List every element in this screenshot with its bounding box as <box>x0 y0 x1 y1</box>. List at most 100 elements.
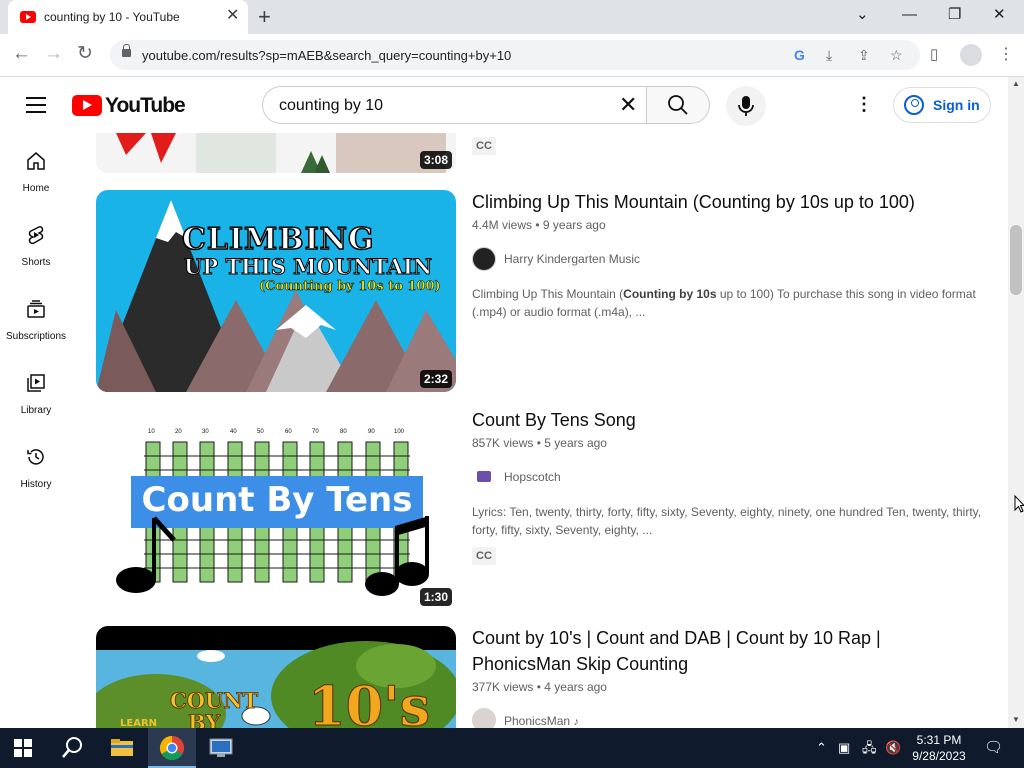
windows-start-icon[interactable] <box>14 739 32 757</box>
youtube-header: YouTube counting by 10 ✕ ⋮ Sign in <box>0 77 1008 133</box>
thumbnail-big-number: 10's <box>307 674 431 729</box>
search-button[interactable] <box>646 86 710 124</box>
url-text: youtube.com/results?sp=mAEB&search_query… <box>142 48 512 63</box>
network-icon[interactable]: 🖧 <box>862 740 877 756</box>
side-panel-icon[interactable]: ▯ <box>930 46 938 64</box>
sidebar-item-subscriptions[interactable]: Subscriptions <box>0 281 72 355</box>
tray-chevron-icon[interactable]: ⌃ <box>816 740 827 756</box>
windows-taskbar: ⌃ ▣ 🖧 🔇 5:31 PM 9/28/2023 🗨 <box>0 728 1024 768</box>
video-age: 5 years ago <box>544 436 607 450</box>
account-circle-icon <box>904 95 924 115</box>
chrome-icon[interactable] <box>158 734 186 762</box>
browser-tab-bar: counting by 10 - YouTube ✕ + ⌄ — ❐ ✕ <box>0 0 1024 34</box>
search-icon[interactable] <box>58 734 86 762</box>
forward-icon[interactable]: → <box>44 42 63 66</box>
sidebar-label-shorts: Shorts <box>21 257 51 268</box>
meta-separator: • <box>535 218 543 232</box>
thumbnail-number: 60 <box>285 429 292 435</box>
lock-icon <box>122 44 131 57</box>
search-input[interactable]: counting by 10 ✕ <box>262 86 646 124</box>
install-app-icon[interactable]: ⤓ <box>826 46 832 64</box>
youtube-play-icon <box>72 95 102 116</box>
new-tab-icon[interactable]: + <box>258 4 271 30</box>
history-icon <box>27 449 44 465</box>
cc-badge: CC <box>472 137 496 155</box>
scrollbar-thumb[interactable] <box>1010 225 1022 295</box>
youtube-favicon-icon <box>20 11 36 23</box>
share-icon[interactable]: ⇪ <box>858 46 870 64</box>
video-thumbnail[interactable]: 10 20 30 40 50 60 70 80 90 100 Count By … <box>96 408 456 610</box>
browser-tab[interactable]: counting by 10 - YouTube ✕ <box>8 0 248 34</box>
sidebar-label-home: Home <box>22 183 50 194</box>
remote-desktop-icon[interactable] <box>207 734 235 762</box>
search-input-value: counting by 10 <box>279 97 384 114</box>
restore-icon[interactable]: ❐ <box>948 5 961 25</box>
voice-search-button[interactable] <box>726 86 766 126</box>
google-lens-icon[interactable]: G <box>794 46 805 64</box>
channel-avatar[interactable] <box>472 247 496 271</box>
sidebar-item-shorts[interactable]: Shorts <box>0 207 72 281</box>
video-description: Climbing Up This Mountain (Counting by 1… <box>472 285 982 321</box>
reload-icon[interactable]: ↻ <box>77 42 93 66</box>
profile-avatar[interactable] <box>960 44 982 66</box>
browser-toolbar: ← → ↻ youtube.com/results?sp=mAEB&search… <box>0 34 1024 77</box>
video-thumbnail-partial[interactable]: 3:08 <box>96 133 456 173</box>
video-views: 377K views <box>472 680 534 694</box>
video-metadata: 4.4M views • 9 years ago <box>472 218 606 232</box>
subscriptions-icon <box>27 300 45 318</box>
sidebar-item-history[interactable]: History <box>0 429 72 503</box>
hamburger-menu-icon[interactable] <box>26 97 46 113</box>
thumbnail-number: 50 <box>257 429 264 435</box>
tray-app-icon[interactable]: ▣ <box>838 740 850 756</box>
clock-time: 5:31 PM <box>916 733 962 747</box>
taskbar-clock[interactable]: 5:31 PM 9/28/2023 <box>906 732 972 764</box>
thumbnail-number: 10 <box>148 429 155 435</box>
video-thumbnail[interactable]: CLIMBING UP THIS MOUNTAIN (Counting by 1… <box>96 190 456 392</box>
file-explorer-icon[interactable] <box>108 734 136 762</box>
youtube-logo-text: YouTube <box>105 94 186 117</box>
clear-search-icon[interactable]: ✕ <box>619 93 637 117</box>
sidebar-label-history: History <box>20 479 52 490</box>
window-close-icon[interactable]: ✕ <box>993 5 1006 25</box>
sidebar-item-home[interactable]: Home <box>0 133 72 207</box>
home-icon <box>27 152 45 170</box>
mini-guide-sidebar: Home Shorts Subscriptions Library Histor… <box>0 133 72 728</box>
channel-avatar[interactable] <box>472 465 496 489</box>
sidebar-label-library: Library <box>20 405 52 416</box>
microphone-icon <box>738 96 754 116</box>
shorts-icon <box>28 226 44 245</box>
video-title[interactable]: Count by 10's | Count and DAB | Count by… <box>472 625 952 677</box>
settings-more-icon[interactable]: ⋮ <box>855 93 873 115</box>
volume-muted-icon[interactable]: 🔇 <box>885 740 901 756</box>
thumbnail-number: 40 <box>230 429 237 435</box>
minimize-icon[interactable]: — <box>902 5 917 25</box>
video-thumbnail[interactable]: COUNT BY 10's LEARN <box>96 626 456 728</box>
address-bar[interactable]: youtube.com/results?sp=mAEB&search_query… <box>110 40 920 70</box>
video-title[interactable]: Count By Tens Song <box>472 407 952 433</box>
bookmark-star-icon[interactable]: ☆ <box>890 46 903 64</box>
thumbnail-number: 100 <box>394 429 405 435</box>
channel-name[interactable]: PhonicsMan ♪ <box>504 714 579 728</box>
thumbnail-number: 80 <box>340 429 347 435</box>
tab-search-chevron-icon[interactable]: ⌄ <box>856 5 869 25</box>
scroll-down-icon[interactable]: ▼ <box>1012 715 1020 724</box>
browser-menu-icon[interactable]: ⋮ <box>998 44 1014 64</box>
notifications-icon[interactable]: 🗨 <box>984 740 1003 756</box>
desc-text: Climbing Up This Mountain ( <box>472 287 624 301</box>
channel-name[interactable]: Hopscotch <box>504 470 561 484</box>
tab-close-icon[interactable]: ✕ <box>226 7 239 25</box>
video-title[interactable]: Climbing Up This Mountain (Counting by 1… <box>472 189 952 215</box>
video-metadata: 377K views • 4 years ago <box>472 680 607 694</box>
thumbnail-number: 30 <box>202 429 209 435</box>
hopscotch-logo-icon <box>477 471 491 482</box>
scroll-up-icon[interactable]: ▲ <box>1012 79 1020 88</box>
page-scrollbar[interactable]: ▲ ▼ <box>1008 77 1024 728</box>
video-duration: 3:08 <box>419 151 452 169</box>
video-metadata: 857K views • 5 years ago <box>472 436 607 450</box>
video-duration: 2:32 <box>419 370 452 388</box>
back-icon[interactable]: ← <box>12 42 31 66</box>
sign-in-button[interactable]: Sign in <box>893 87 991 123</box>
thumbnail-small-text: LEARN <box>120 718 158 728</box>
sidebar-item-library[interactable]: Library <box>0 355 72 429</box>
channel-name[interactable]: Harry Kindergarten Music <box>504 252 640 266</box>
